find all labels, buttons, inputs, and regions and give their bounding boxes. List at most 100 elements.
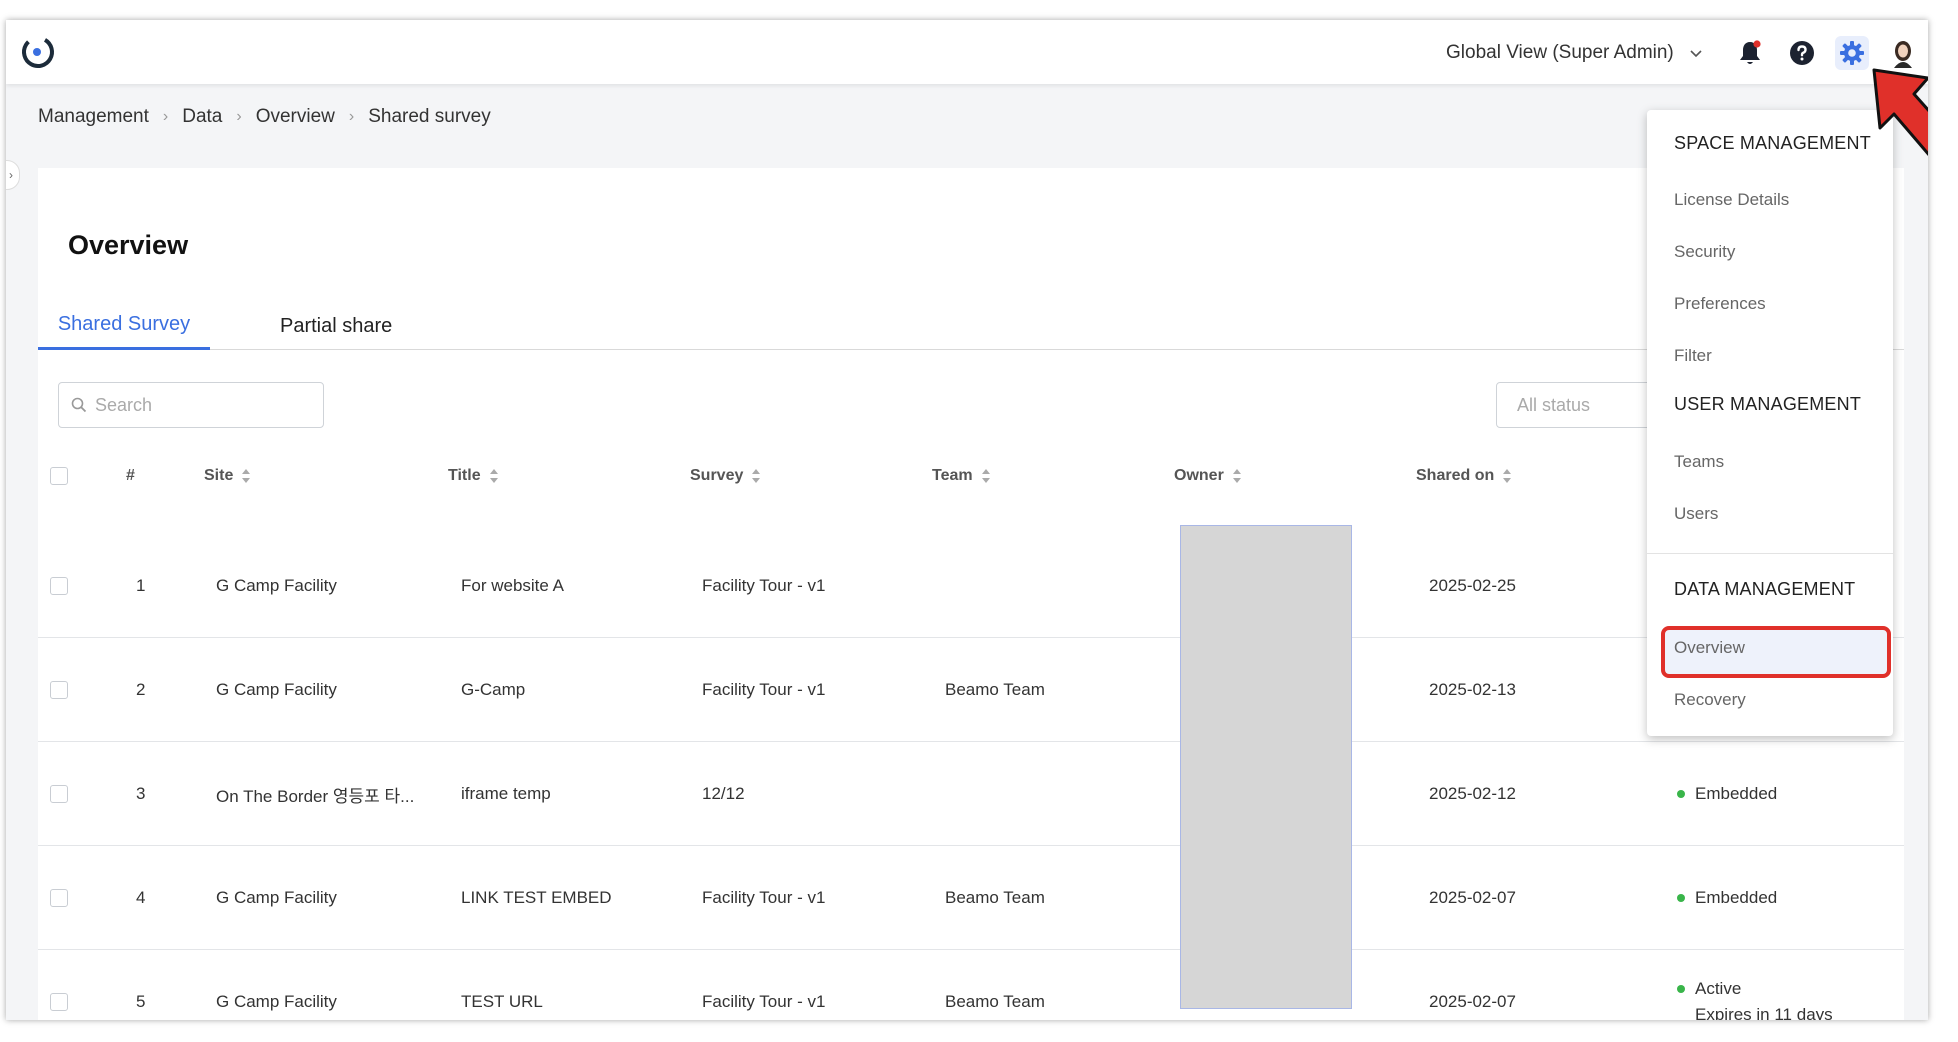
row-checkbox[interactable] bbox=[50, 889, 68, 907]
help-icon bbox=[1790, 41, 1814, 65]
status-filter-placeholder: All status bbox=[1517, 394, 1591, 415]
top-bar: Global View (Super Admin) bbox=[6, 20, 1928, 84]
header-survey-label: Survey bbox=[690, 467, 744, 484]
table-row[interactable]: 5 G Camp Facility TEST URL Facility Tour… bbox=[38, 950, 1904, 1020]
sort-icon bbox=[489, 469, 498, 483]
row-checkbox[interactable] bbox=[50, 785, 68, 803]
cell-survey: Facility Tour - v1 bbox=[702, 576, 826, 595]
cell-title: For website A bbox=[461, 576, 564, 595]
header-shared-on[interactable]: Shared on bbox=[1416, 448, 1512, 504]
menu-item-users[interactable]: Users bbox=[1674, 504, 1718, 524]
cell-site: G Camp Facility bbox=[216, 992, 337, 1011]
cell-shared-on: 2025-02-07 bbox=[1429, 888, 1516, 907]
header-team-label: Team bbox=[932, 467, 973, 484]
table-row[interactable]: 3 On The Border 영등포 타... iframe temp 12/… bbox=[38, 742, 1904, 846]
header-survey[interactable]: Survey bbox=[690, 448, 761, 504]
gear-icon bbox=[1840, 41, 1864, 65]
help-button[interactable] bbox=[1785, 36, 1819, 70]
bell-icon bbox=[1740, 40, 1761, 64]
status-label: Active bbox=[1695, 979, 1742, 998]
avatar bbox=[1894, 41, 1912, 68]
table-row[interactable]: 4 G Camp Facility LINK TEST EMBED Facili… bbox=[38, 846, 1904, 950]
header-owner[interactable]: Owner bbox=[1174, 448, 1242, 504]
cell-index: 3 bbox=[136, 784, 146, 803]
breadcrumb-current: Shared survey bbox=[368, 106, 491, 127]
cell-index: 4 bbox=[136, 888, 146, 907]
breadcrumb: Management › Data › Overview › Shared su… bbox=[38, 106, 491, 128]
breadcrumb-overview[interactable]: Overview bbox=[256, 106, 335, 128]
menu-divider bbox=[1647, 553, 1893, 554]
cell-site: G Camp Facility bbox=[216, 576, 337, 595]
settings-button[interactable] bbox=[1835, 36, 1869, 70]
cell-title: iframe temp bbox=[461, 784, 551, 803]
sort-icon bbox=[242, 469, 251, 483]
menu-item-filter[interactable]: Filter bbox=[1674, 346, 1712, 366]
space-selector-label: Global View (Super Admin) bbox=[1446, 42, 1674, 63]
cell-site: G Camp Facility bbox=[216, 888, 337, 907]
menu-heading-user-management: USER MANAGEMENT bbox=[1674, 394, 1862, 414]
tab-bar: Shared Survey Partial share bbox=[38, 302, 1904, 350]
header-title[interactable]: Title bbox=[448, 448, 499, 504]
row-checkbox[interactable] bbox=[50, 993, 68, 1011]
app-logo[interactable] bbox=[16, 30, 60, 74]
search-box bbox=[58, 382, 324, 428]
cell-shared-on: 2025-02-07 bbox=[1429, 992, 1516, 1011]
status-dot bbox=[1677, 985, 1685, 993]
menu-item-preferences[interactable]: Preferences bbox=[1674, 294, 1766, 314]
menu-item-teams[interactable]: Teams bbox=[1674, 452, 1724, 472]
owner-column-redacted bbox=[1180, 525, 1352, 1009]
breadcrumb-data[interactable]: Data bbox=[182, 106, 222, 128]
space-selector[interactable]: Global View (Super Admin) bbox=[1446, 40, 1704, 66]
row-checkbox[interactable] bbox=[50, 577, 68, 595]
tab-shared-survey[interactable]: Shared Survey bbox=[38, 302, 210, 350]
table-row[interactable]: 2 G Camp Facility G-Camp Facility Tour -… bbox=[38, 638, 1904, 742]
search-icon bbox=[71, 397, 87, 413]
header-index: # bbox=[126, 448, 135, 504]
sort-icon bbox=[1503, 469, 1512, 483]
cell-index: 5 bbox=[136, 992, 146, 1011]
menu-item-recovery[interactable]: Recovery bbox=[1674, 690, 1746, 710]
cell-status: Active Expires in 11 days bbox=[1677, 950, 1833, 1020]
header-index-label: # bbox=[126, 467, 135, 484]
app-window: Global View (Super Admin) Management › D… bbox=[6, 20, 1928, 1020]
settings-dropdown-menu: SPACE MANAGEMENT License Details Securit… bbox=[1647, 110, 1893, 736]
sidebar-expand-handle[interactable]: › bbox=[6, 160, 20, 190]
page-title: Overview bbox=[68, 230, 189, 260]
cell-index: 1 bbox=[136, 576, 146, 595]
cell-title: G-Camp bbox=[461, 680, 526, 699]
sort-icon bbox=[981, 469, 990, 483]
cell-index: 2 bbox=[136, 680, 146, 699]
menu-item-security[interactable]: Security bbox=[1674, 242, 1735, 262]
tab-partial-share[interactable]: Partial share bbox=[280, 302, 392, 350]
cell-survey: Facility Tour - v1 bbox=[702, 680, 826, 699]
table-row[interactable]: 1 G Camp Facility For website A Facility… bbox=[38, 534, 1904, 638]
cell-team: Beamo Team bbox=[945, 680, 1045, 699]
header-team[interactable]: Team bbox=[932, 448, 991, 504]
cell-title: TEST URL bbox=[461, 992, 543, 1011]
cell-shared-on: 2025-02-12 bbox=[1429, 784, 1516, 803]
row-checkbox[interactable] bbox=[50, 681, 68, 699]
cell-status: Embedded bbox=[1677, 742, 1777, 846]
search-input[interactable] bbox=[95, 394, 295, 416]
status-expiry: Expires in 11 days bbox=[1695, 1005, 1833, 1020]
breadcrumb-management[interactable]: Management bbox=[38, 106, 149, 128]
cell-shared-on: 2025-02-25 bbox=[1429, 576, 1516, 595]
table-header-row: # Site Title Survey Team Owner Shared on bbox=[38, 448, 1904, 504]
menu-item-license-details[interactable]: License Details bbox=[1674, 190, 1789, 210]
sort-icon bbox=[1232, 469, 1241, 483]
header-site[interactable]: Site bbox=[204, 448, 251, 504]
breadcrumb-separator-icon: › bbox=[236, 108, 242, 125]
notification-button[interactable] bbox=[1733, 36, 1767, 70]
header-site-label: Site bbox=[204, 467, 234, 484]
status-label: Embedded bbox=[1695, 784, 1778, 803]
select-all-checkbox[interactable] bbox=[50, 467, 68, 485]
cell-shared-on: 2025-02-13 bbox=[1429, 680, 1516, 699]
status-dot bbox=[1677, 894, 1685, 902]
breadcrumb-separator-icon: › bbox=[348, 108, 355, 125]
annotation-arrow-icon bbox=[1872, 68, 1928, 156]
header-owner-label: Owner bbox=[1174, 467, 1224, 484]
menu-item-overview[interactable]: Overview bbox=[1674, 638, 1745, 658]
user-avatar[interactable] bbox=[1886, 36, 1920, 70]
overview-card: Overview Shared Survey Partial share All… bbox=[38, 168, 1904, 1020]
status-label: Embedded bbox=[1695, 888, 1778, 907]
